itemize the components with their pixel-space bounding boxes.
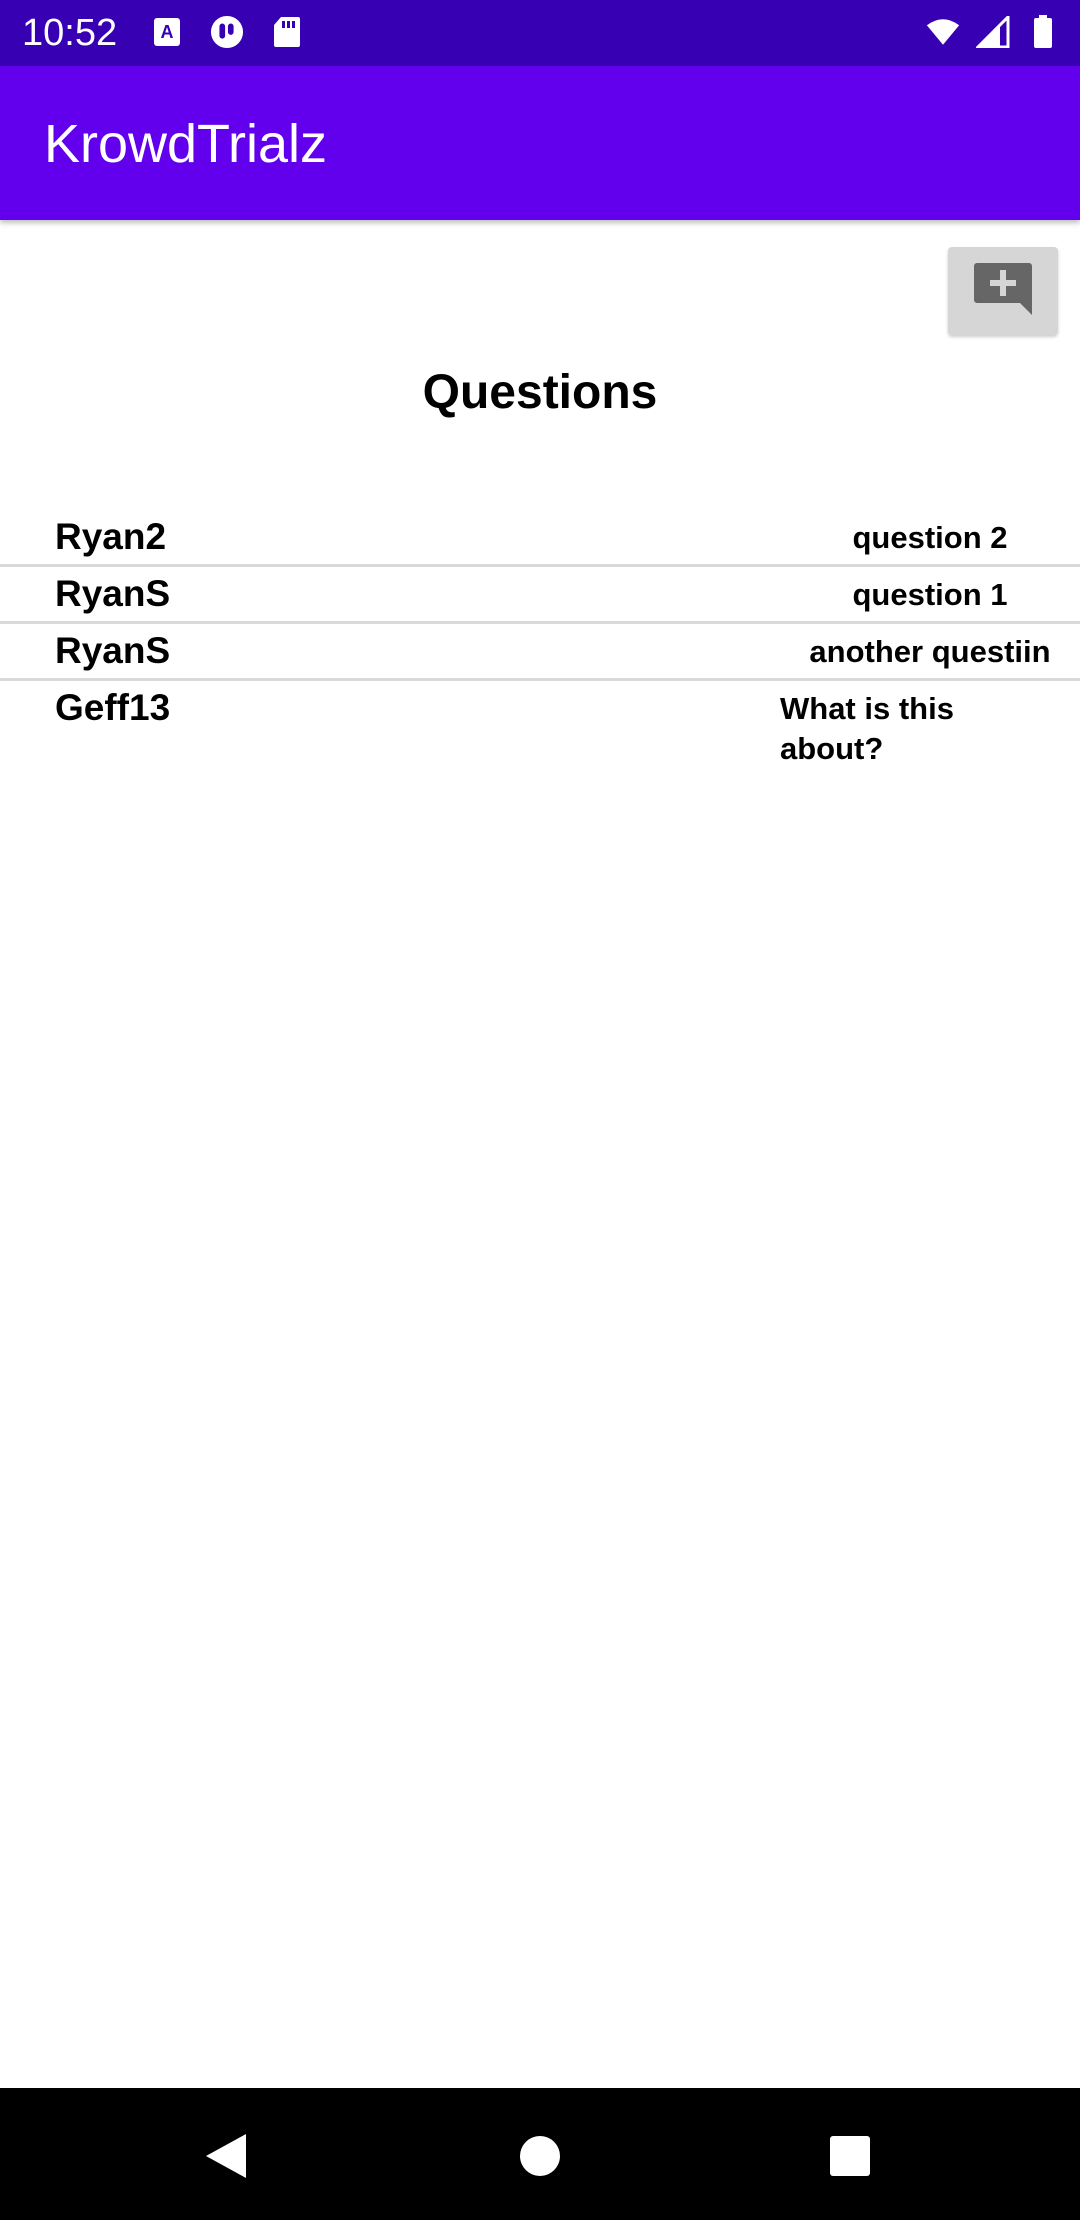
signal-icon	[976, 14, 1010, 50]
add-question-button[interactable]	[948, 247, 1058, 335]
a-icon: A	[150, 14, 184, 50]
recents-button[interactable]	[820, 2128, 880, 2188]
page-title: Questions	[422, 366, 658, 419]
app-title: KrowdTrialz	[44, 114, 328, 174]
svg-text:A: A	[161, 22, 174, 42]
list-item[interactable]: Ryan2 question 2	[0, 510, 1080, 567]
question-author: RyanS	[55, 573, 171, 614]
question-author: RyanS	[55, 630, 171, 671]
battery-icon	[1026, 14, 1060, 50]
add-comment-icon	[973, 261, 1033, 322]
questions-list: Ryan2 question 2 RyanS question 1 RyanS …	[0, 510, 1080, 781]
home-button[interactable]	[510, 2128, 570, 2188]
home-icon	[519, 2135, 561, 2182]
recents-icon	[829, 2135, 871, 2182]
list-item[interactable]: RyanS another questiin	[0, 624, 1080, 681]
question-author: Geff13	[55, 687, 171, 728]
question-text: What is this about?	[780, 691, 954, 766]
list-item[interactable]: RyanS question 1	[0, 567, 1080, 624]
question-author: Ryan2	[55, 516, 167, 557]
list-item[interactable]: Geff13 What is this about?	[0, 681, 1080, 781]
vpn-icon	[210, 14, 244, 50]
app-bar: KrowdTrialz	[0, 66, 1080, 220]
status-bar: 10:52 A	[0, 0, 1080, 66]
question-text: another questiin	[809, 634, 1051, 669]
back-icon	[204, 2132, 248, 2185]
status-time: 10:52	[22, 12, 118, 54]
wifi-icon	[926, 14, 960, 50]
question-text: question 1	[852, 577, 1008, 612]
back-button[interactable]	[196, 2128, 256, 2188]
sd-card-icon	[270, 14, 304, 50]
question-text: question 2	[852, 520, 1008, 555]
navigation-bar	[0, 2088, 1080, 2220]
